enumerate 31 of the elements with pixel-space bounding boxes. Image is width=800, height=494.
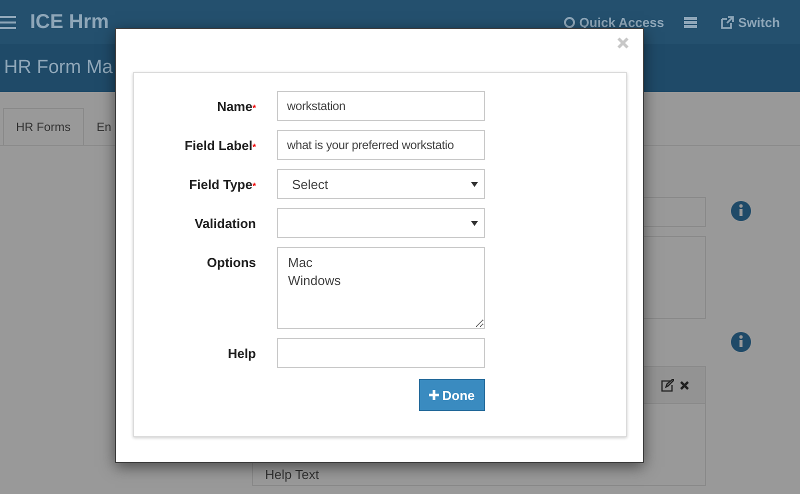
external-link-icon	[721, 16, 734, 28]
field-label: Help	[226, 345, 256, 361]
switch-link[interactable]: Switch	[721, 14, 780, 30]
field-label: Validation	[194, 215, 256, 231]
info-icon[interactable]	[731, 332, 751, 352]
page-title: HR Form Ma	[4, 57, 113, 79]
done-button[interactable]: Done	[419, 379, 485, 411]
caret-icon	[471, 182, 478, 186]
input-field[interactable]: workstation	[277, 91, 485, 121]
menu-icon[interactable]	[0, 16, 16, 28]
edit-icon[interactable]	[661, 378, 674, 392]
input-field[interactable]	[277, 338, 485, 368]
field-label: Options	[206, 254, 256, 270]
circle-icon	[564, 16, 576, 28]
list-icon[interactable]	[684, 16, 698, 28]
field-label: Field Label*	[184, 137, 256, 153]
info-icon[interactable]	[731, 201, 751, 221]
select-value: Select	[292, 176, 328, 192]
field-label: Name*	[216, 98, 256, 114]
field-label: Field Type*	[188, 176, 256, 192]
app-title[interactable]: ICE Hrm	[30, 10, 109, 34]
plus-icon	[429, 390, 440, 400]
quick-access-link[interactable]: Quick Access	[564, 14, 664, 30]
close-icon[interactable]	[680, 380, 689, 390]
select-field[interactable]	[277, 208, 485, 238]
help-text: Help Text	[265, 467, 319, 482]
tab[interactable]: HR Forms	[3, 108, 84, 145]
caret-icon	[471, 220, 478, 226]
text-area[interactable]: Mac Windows	[277, 247, 485, 329]
select-field[interactable]: Select	[277, 169, 485, 199]
input-field[interactable]: what is your preferred workstatio	[277, 130, 485, 160]
